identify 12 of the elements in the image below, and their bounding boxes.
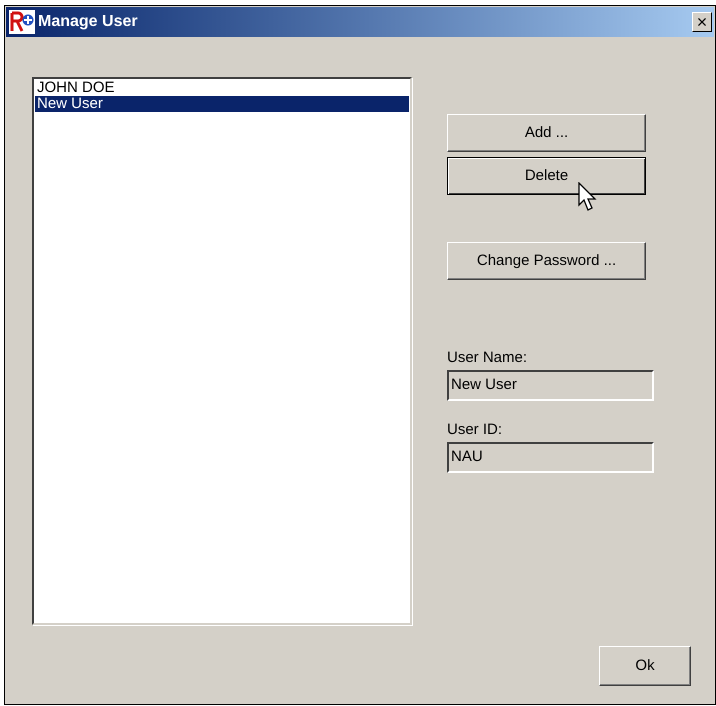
field-label: User ID: xyxy=(447,421,504,438)
window-title: Manage User xyxy=(38,12,138,32)
dialog-button[interactable]: Add ... xyxy=(447,114,646,152)
field-label: User Name: xyxy=(447,349,528,366)
mouse-pointer-icon xyxy=(578,182,598,213)
app-logo-icon xyxy=(9,10,35,34)
list-item[interactable]: JOHN DOE xyxy=(35,80,409,96)
dialog-button[interactable]: Delete xyxy=(447,157,646,195)
dialog-button[interactable]: Change Password ... xyxy=(447,242,646,280)
close-button[interactable]: × xyxy=(692,12,712,32)
dialog-button[interactable]: Ok xyxy=(599,646,691,686)
list-item[interactable]: New User xyxy=(35,96,409,112)
